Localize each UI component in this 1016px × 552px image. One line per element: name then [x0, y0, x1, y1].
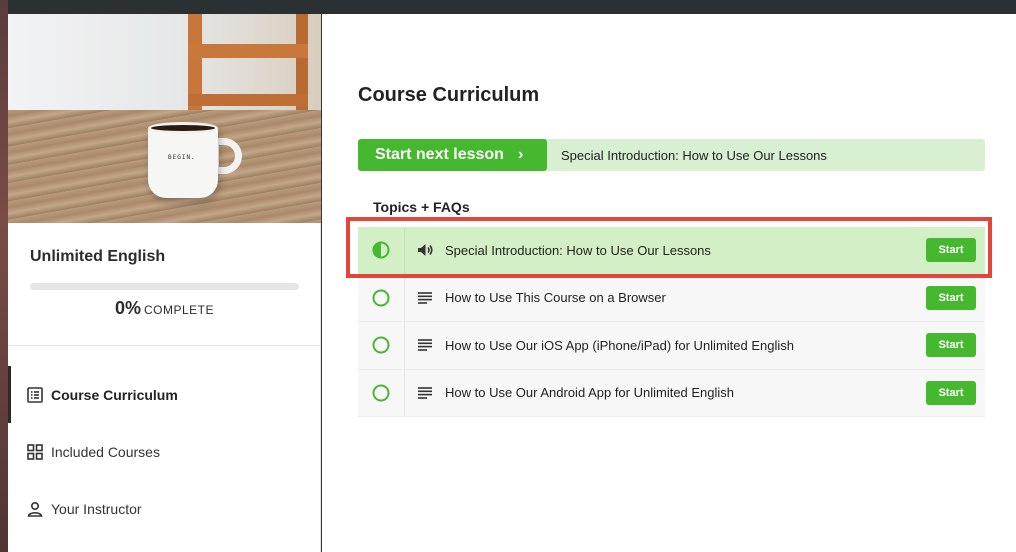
circle-outline-icon [372, 384, 390, 402]
lesson-row[interactable]: How to Use Our Android App for Unlimited… [358, 369, 985, 417]
circle-outline-icon [372, 289, 390, 307]
section-title: Topics + FAQs [373, 199, 470, 215]
audio-icon [418, 244, 433, 257]
start-button[interactable]: Start [926, 333, 976, 358]
lesson-title: How to Use Our iOS App (iPhone/iPad) for… [445, 337, 794, 353]
sidebar-item-included-courses[interactable]: Included Courses [8, 423, 321, 480]
lesson-list: Special Introduction: How to Use Our Les… [358, 227, 985, 417]
start-next-lesson-button[interactable]: Start next lesson › [358, 139, 547, 171]
sidebar-divider [8, 345, 321, 346]
half-progress-icon [372, 241, 390, 259]
circle-outline-icon [372, 336, 390, 354]
grid-icon [27, 443, 43, 460]
lesson-title: Special Introduction: How to Use Our Les… [445, 242, 711, 258]
start-next-lesson-label: Start next lesson [375, 146, 504, 163]
mug-text: BEGIN. [168, 154, 196, 161]
start-button[interactable]: Start [926, 238, 976, 263]
sidebar-item-label: Your Instructor [51, 500, 142, 517]
start-button[interactable]: Start [926, 285, 976, 310]
lesson-row[interactable]: How to Use Our iOS App (iPhone/iPad) for… [358, 322, 985, 370]
next-lesson-title: Special Introduction: How to Use Our Les… [561, 147, 827, 163]
next-lesson-bar: Start next lesson › Special Introduction… [358, 139, 985, 171]
list-icon [27, 386, 43, 403]
sidebar-item-label: Course Curriculum [51, 386, 178, 403]
text-icon [418, 386, 432, 399]
lesson-row[interactable]: How to Use This Course on a Browser Star… [358, 274, 985, 322]
sidebar-item-label: Included Courses [51, 443, 160, 460]
sidebar-item-your-instructor[interactable]: Your Instructor [8, 480, 321, 537]
course-cover-image: BEGIN. [8, 14, 321, 223]
page-title: Course Curriculum [358, 84, 540, 106]
sidebar: BEGIN. Unlimited English 0% COMPLETE Cour… [8, 14, 321, 552]
progress-percent: 0% [114, 298, 141, 318]
lesson-row[interactable]: Special Introduction: How to Use Our Les… [358, 227, 985, 275]
progress-label: COMPLETE [144, 303, 215, 317]
sidebar-item-course-curriculum[interactable]: Course Curriculum [8, 366, 321, 423]
text-icon [418, 291, 432, 304]
progress-text: 0% COMPLETE [8, 298, 321, 319]
sidebar-nav: Course Curriculum Included Courses Your … [8, 366, 321, 537]
desktop-background [0, 0, 8, 552]
chevron-right-icon: › [517, 146, 524, 163]
progress-bar [30, 283, 299, 290]
course-title: Unlimited English [30, 248, 166, 265]
window-top-bar [0, 0, 1016, 14]
text-icon [418, 339, 432, 352]
start-button[interactable]: Start [926, 380, 976, 405]
lesson-title: How to Use Our Android App for Unlimited… [445, 385, 735, 401]
person-icon [27, 501, 43, 517]
lesson-title: How to Use This Course on a Browser [445, 290, 666, 306]
main-content: Course Curriculum Start next lesson › Sp… [322, 14, 1016, 552]
